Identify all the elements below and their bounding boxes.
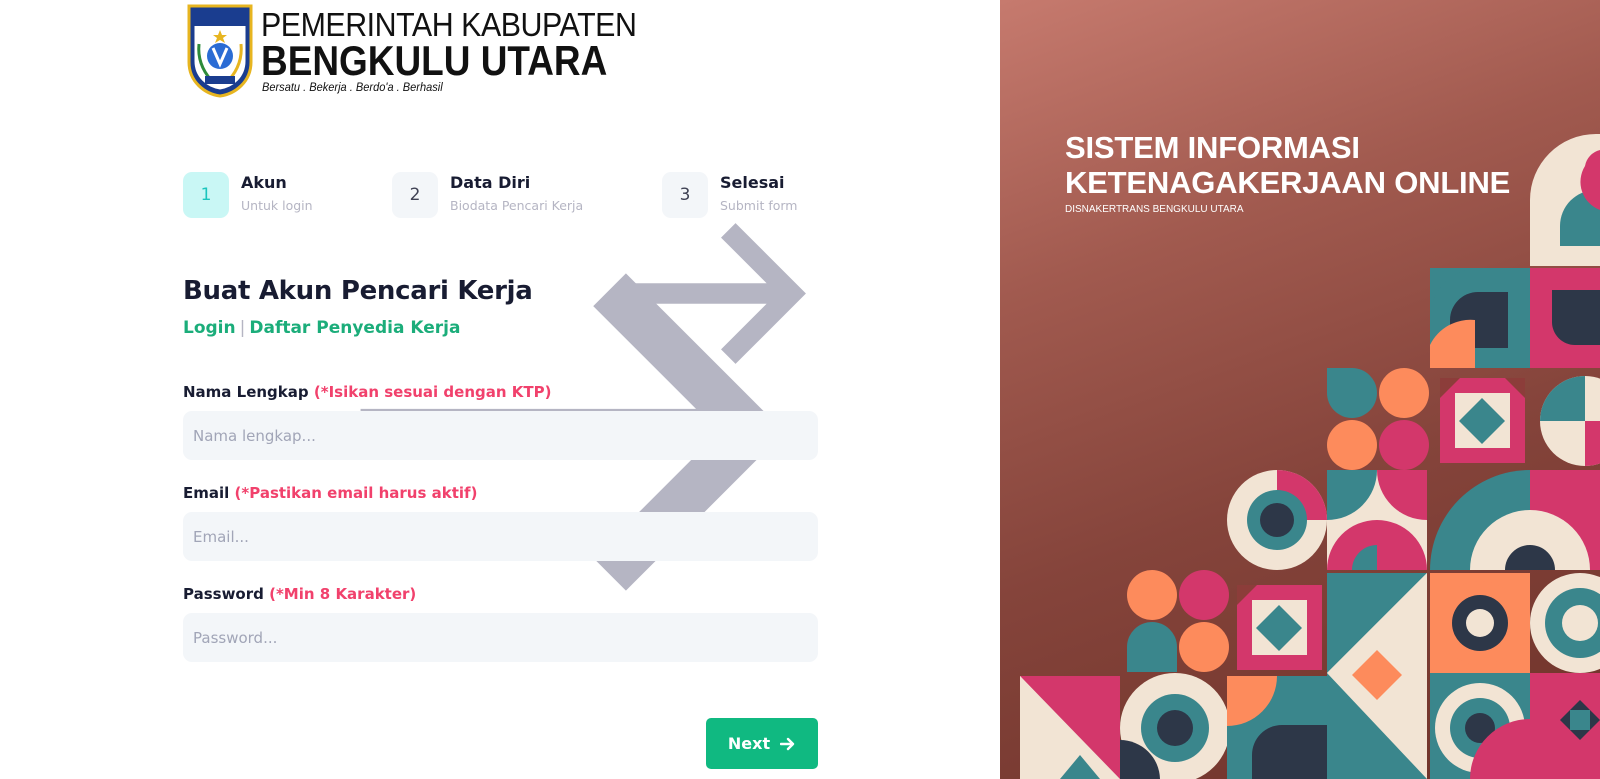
logo-tagline: Bersatu . Bekerja . Berdo'a . Berhasil	[262, 80, 443, 94]
name-label-text: Nama Lengkap	[183, 383, 309, 401]
step-title: Selesai	[720, 173, 785, 192]
email-label-text: Email	[183, 484, 230, 502]
step-description: Submit form	[720, 198, 798, 213]
step-description: Biodata Pencari Kerja	[450, 198, 584, 213]
auth-links: Login | Daftar Penyedia Kerja	[183, 318, 460, 338]
password-label-text: Password	[183, 585, 264, 603]
password-input[interactable]	[183, 613, 818, 662]
login-link[interactable]: Login	[183, 318, 236, 338]
password-hint: (*Min 8 Karakter)	[269, 585, 417, 603]
step-number: 1	[183, 172, 229, 218]
employer-register-link[interactable]: Daftar Penyedia Kerja	[249, 318, 460, 338]
step-number: 3	[662, 172, 708, 218]
next-button[interactable]: Next	[706, 718, 818, 769]
name-hint: (*Isikan sesuai dengan KTP)	[313, 383, 552, 401]
regency-crest-icon	[187, 4, 253, 98]
logo-line-2: BENGKULU UTARA	[261, 37, 608, 84]
page-title: Buat Akun Pencari Kerja	[183, 276, 533, 306]
email-label: Email (*Pastikan email harus aktif)	[183, 484, 477, 502]
registration-panel: PEMERINTAH KABUPATEN BENGKULU UTARA Bers…	[0, 0, 1000, 779]
next-button-label: Next	[727, 734, 771, 753]
step-title: Akun	[241, 173, 287, 192]
arrow-right-icon	[617, 223, 806, 364]
geometric-pattern-illustration	[1020, 134, 1600, 779]
regency-logo: PEMERINTAH KABUPATEN BENGKULU UTARA Bers…	[185, 4, 637, 100]
hero-panel: SISTEM INFORMASI KETENAGAKERJAAN ONLINE …	[1000, 0, 1600, 779]
registration-stepper: 1 Akun Untuk login 2 Data Diri Biodata P…	[183, 172, 823, 591]
email-hint: (*Pastikan email harus aktif)	[234, 484, 478, 502]
arrow-right-bold-icon	[780, 737, 795, 750]
link-separator: |	[239, 318, 246, 338]
step-number: 2	[392, 172, 438, 218]
full-name-input[interactable]	[183, 411, 818, 460]
hero-subtitle: DISNAKERTRANS BENGKULU UTARA	[1065, 204, 1244, 215]
step-title: Data Diri	[450, 173, 531, 192]
password-label: Password (*Min 8 Karakter)	[183, 585, 416, 603]
email-input[interactable]	[183, 512, 818, 561]
hero-title: SISTEM INFORMASI KETENAGAKERJAAN ONLINE	[1065, 130, 1511, 200]
name-label: Nama Lengkap (*Isikan sesuai dengan KTP)	[183, 383, 551, 401]
step-description: Untuk login	[241, 198, 313, 213]
